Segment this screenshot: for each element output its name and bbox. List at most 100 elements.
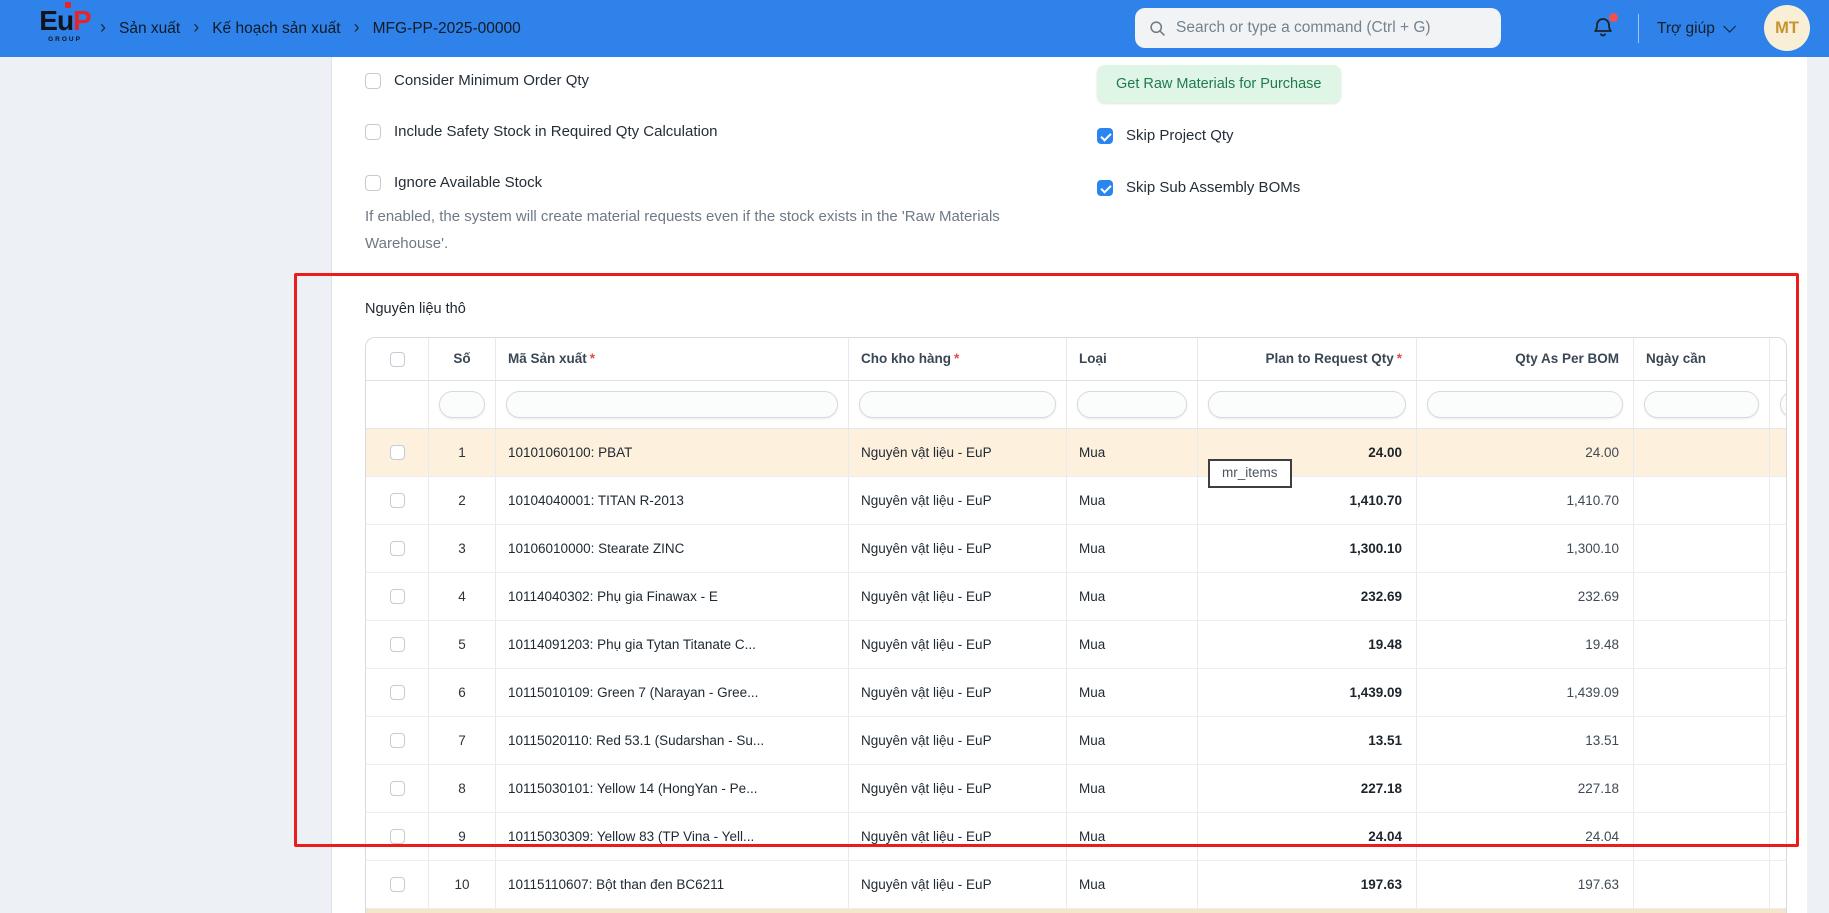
required-date-cell[interactable] [1634, 669, 1770, 716]
item-code-cell[interactable]: 10115030101: Yellow 14 (HongYan - Pe... [496, 765, 849, 812]
row-checkbox[interactable] [389, 493, 405, 508]
row-checkbox[interactable] [389, 445, 405, 460]
checkbox[interactable] [365, 174, 381, 191]
checkbox[interactable] [365, 123, 381, 140]
qty-as-per-bom-cell[interactable]: 19.48 [1417, 621, 1634, 668]
clipped-cell [1770, 429, 1786, 476]
help-label: Trợ giúp [1657, 19, 1715, 37]
material-request-type-cell[interactable]: Mua [1067, 669, 1198, 716]
filter-input[interactable] [1644, 391, 1759, 418]
breadcrumb-ke-hoach-san-xuat[interactable]: Kế hoạch sản xuất [212, 20, 340, 38]
qty-as-per-bom-cell[interactable]: 1,439.09 [1417, 669, 1634, 716]
raw-materials-section-label: Nguyên liệu thô [365, 301, 466, 317]
row-checkbox[interactable] [389, 733, 405, 748]
item-code-cell[interactable]: 10115010109: Green 7 (Narayan - Gree... [496, 669, 849, 716]
filter-input[interactable] [1077, 391, 1187, 418]
row-checkbox[interactable] [389, 637, 405, 652]
material-request-type-cell[interactable]: Mua [1067, 525, 1198, 572]
plan-to-request-qty-cell[interactable]: 19.48 [1198, 621, 1417, 668]
plan-to-request-qty-cell[interactable]: 1,439.09 [1198, 669, 1417, 716]
material-request-type-cell[interactable]: Mua [1067, 621, 1198, 668]
get-raw-materials-button[interactable]: Get Raw Materials for Purchase [1097, 65, 1341, 103]
filter-input[interactable] [1208, 391, 1406, 418]
qty-as-per-bom-cell[interactable]: 227.18 [1417, 765, 1634, 812]
warehouse-cell[interactable]: Nguyên vật liệu - EuP [849, 429, 1067, 476]
row-index: 6 [429, 669, 496, 716]
row-checkbox[interactable] [389, 877, 405, 892]
warehouse-cell[interactable]: Nguyên vật liệu - EuP [849, 765, 1067, 812]
qty-as-per-bom-cell[interactable]: 1,410.70 [1417, 477, 1634, 524]
qty-as-per-bom-cell[interactable]: 197.63 [1417, 861, 1634, 908]
material-request-type-cell[interactable]: Mua [1067, 717, 1198, 764]
warehouse-cell[interactable]: Nguyên vật liệu - EuP [849, 717, 1067, 764]
row-checkbox[interactable] [389, 589, 405, 604]
required-date-cell[interactable] [1634, 813, 1770, 860]
item-code-cell[interactable]: 10114091203: Phụ gia Tytan Titanate C... [496, 621, 849, 668]
material-request-type-cell[interactable]: Mua [1067, 765, 1198, 812]
table-row: 6 10115010109: Green 7 (Narayan - Gree..… [366, 669, 1786, 717]
qty-as-per-bom-cell[interactable]: 1,300.10 [1417, 525, 1634, 572]
qty-as-per-bom-cell[interactable]: 24.04 [1417, 813, 1634, 860]
item-code-cell[interactable]: 10106010000: Stearate ZINC [496, 525, 849, 572]
row-checkbox[interactable] [389, 781, 405, 796]
breadcrumb-san-xuat[interactable]: Sản xuất [119, 20, 180, 38]
filter-input[interactable] [439, 391, 485, 418]
checkbox[interactable] [1097, 127, 1113, 144]
select-all-checkbox[interactable] [389, 351, 405, 367]
warehouse-cell[interactable]: Nguyên vật liệu - EuP [849, 573, 1067, 620]
material-request-type-cell[interactable]: Mua [1067, 813, 1198, 860]
material-request-type-cell[interactable]: Mua [1067, 429, 1198, 476]
filter-input[interactable] [859, 391, 1056, 418]
item-code-cell[interactable]: 10114040302: Phụ gia Finawax - E [496, 573, 849, 620]
plan-to-request-qty-cell[interactable]: 24.04 [1198, 813, 1417, 860]
checkbox[interactable] [1097, 179, 1113, 196]
item-code-cell[interactable]: 10101060100: PBAT [496, 429, 849, 476]
required-date-cell[interactable] [1634, 765, 1770, 812]
warehouse-cell[interactable]: Nguyên vật liệu - EuP [849, 861, 1067, 908]
breadcrumb-document-id[interactable]: MFG-PP-2025-00000 [373, 20, 521, 38]
material-request-type-cell[interactable]: Mua [1067, 573, 1198, 620]
avatar[interactable]: MT [1764, 5, 1810, 51]
eup-logo[interactable]: Eu P GROUP [30, 2, 100, 44]
filter-input[interactable] [506, 391, 838, 418]
qty-as-per-bom-cell[interactable]: 24.00 [1417, 429, 1634, 476]
required-date-cell[interactable] [1634, 429, 1770, 476]
qty-as-per-bom-cell[interactable]: 13.51 [1417, 717, 1634, 764]
row-checkbox[interactable] [389, 829, 405, 844]
plan-to-request-qty-cell[interactable]: 197.63 [1198, 861, 1417, 908]
material-request-type-cell[interactable]: Mua [1067, 861, 1198, 908]
material-request-type-cell[interactable]: Mua [1067, 477, 1198, 524]
qty-as-per-bom-cell[interactable]: 232.69 [1417, 573, 1634, 620]
row-checkbox[interactable] [389, 685, 405, 700]
checkbox[interactable] [365, 72, 381, 89]
item-code-cell[interactable]: 10115110607: Bột than đen BC6211 [496, 861, 849, 908]
item-code-cell[interactable]: 10104040001: TITAN R-2013 [496, 477, 849, 524]
plan-to-request-qty-cell[interactable]: 227.18 [1198, 765, 1417, 812]
clipped-cell [1770, 573, 1786, 620]
warehouse-cell[interactable]: Nguyên vật liệu - EuP [849, 525, 1067, 572]
required-date-cell[interactable] [1634, 621, 1770, 668]
warehouse-cell[interactable]: Nguyên vật liệu - EuP [849, 621, 1067, 668]
search-input[interactable]: Search or type a command (Ctrl + G) [1135, 8, 1501, 48]
filter-input[interactable] [1427, 391, 1623, 418]
option-label: Consider Minimum Order Qty [394, 72, 590, 89]
plan-to-request-qty-cell[interactable]: 1,300.10 [1198, 525, 1417, 572]
notifications-bell-icon[interactable] [1591, 13, 1618, 42]
warehouse-cell[interactable]: Nguyên vật liệu - EuP [849, 477, 1067, 524]
item-code-cell[interactable]: 10115020110: Red 53.1 (Sudarshan - Su... [496, 717, 849, 764]
required-date-cell[interactable] [1634, 525, 1770, 572]
required-date-cell[interactable] [1634, 573, 1770, 620]
warehouse-cell[interactable]: Nguyên vật liệu - EuP [849, 669, 1067, 716]
warehouse-cell[interactable]: Nguyên vật liệu - EuP [849, 813, 1067, 860]
required-asterisk: * [954, 351, 960, 366]
row-checkbox[interactable] [389, 541, 405, 556]
row-checkbox-cell [366, 477, 429, 524]
filter-input[interactable] [1780, 391, 1786, 418]
plan-to-request-qty-cell[interactable]: 13.51 [1198, 717, 1417, 764]
item-code-cell[interactable]: 10115030309: Yellow 83 (TP Vina - Yell..… [496, 813, 849, 860]
required-date-cell[interactable] [1634, 861, 1770, 908]
plan-to-request-qty-cell[interactable]: 232.69 [1198, 573, 1417, 620]
required-date-cell[interactable] [1634, 717, 1770, 764]
required-date-cell[interactable] [1634, 477, 1770, 524]
help-dropdown[interactable]: Trợ giúp [1657, 0, 1736, 57]
